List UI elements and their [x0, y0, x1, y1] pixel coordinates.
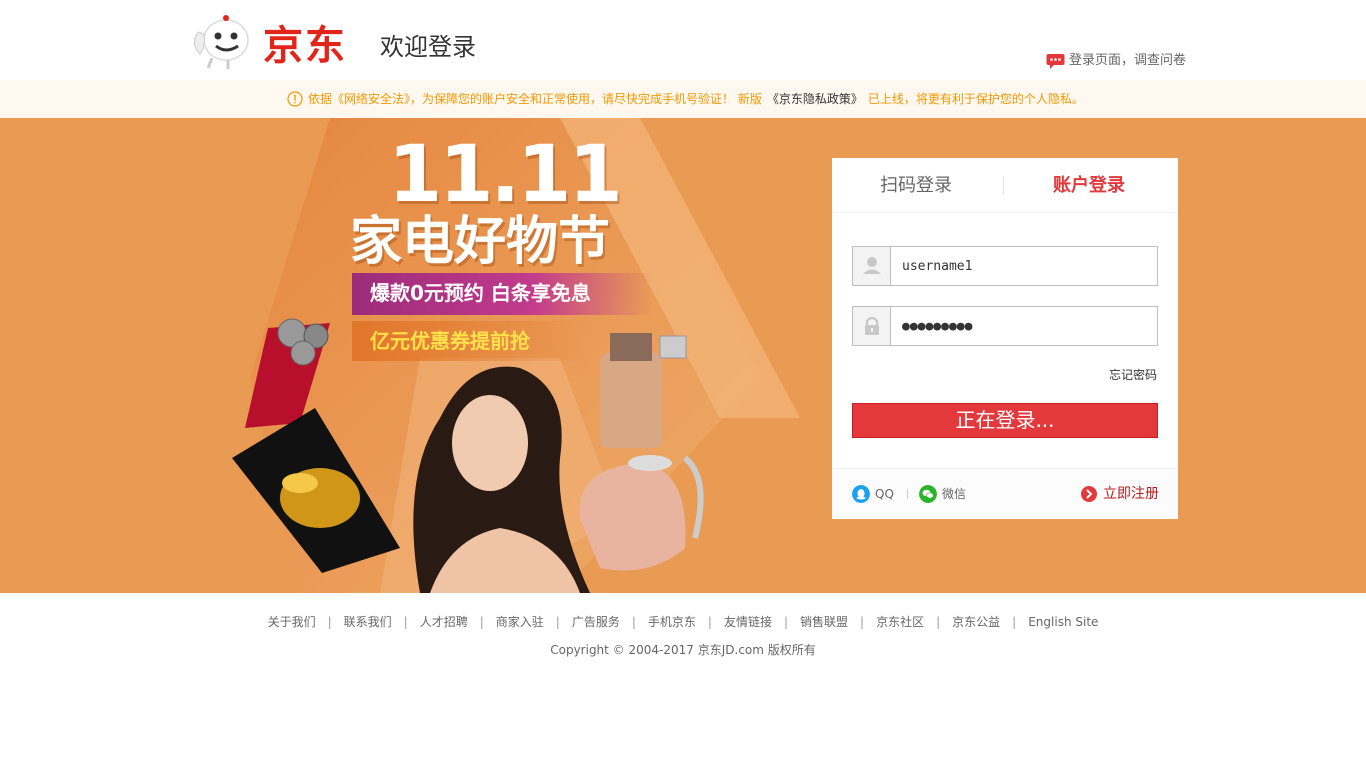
- forgot-password-link[interactable]: 忘记密码: [1109, 366, 1157, 384]
- page-title: 欢迎登录: [380, 33, 476, 61]
- register-label[interactable]: 立即注册: [1103, 485, 1159, 503]
- feedback-label[interactable]: 登录页面，调查问卷: [1069, 53, 1186, 69]
- footer-link-merchants[interactable]: 商家入驻: [484, 612, 556, 632]
- footer-links: 关于我们 | 联系我们 | 人才招聘 | 商家入驻 | 广告服务 | 手机京东 …: [0, 612, 1366, 632]
- promo-tagline-2: 亿元优惠券提前抢: [352, 321, 592, 361]
- register-link[interactable]: 立即注册: [1080, 485, 1159, 503]
- footer-link-charity[interactable]: 京东公益: [940, 612, 1012, 632]
- wechat-login-link[interactable]: 微信: [919, 485, 966, 503]
- warning-circle-icon: [287, 91, 303, 107]
- promo-tagline-1: 爆款0元预约 白条享免息: [352, 273, 652, 315]
- privacy-policy-link[interactable]: 《京东隐私政策》: [767, 90, 863, 108]
- notice-bar: 依据《网络安全法》，为保障您的账户安全和正常使用，请尽快完成手机号验证！ 新版 …: [0, 80, 1366, 118]
- footer-link-friends[interactable]: 友情链接: [712, 612, 784, 632]
- password-input[interactable]: [892, 307, 1157, 345]
- user-icon: [853, 247, 891, 285]
- feedback-link[interactable]: 登录页面，调查问卷: [1046, 53, 1186, 69]
- qq-icon: [852, 485, 870, 503]
- notice-content: 依据《网络安全法》，为保障您的账户安全和正常使用，请尽快完成手机号验证！ 新版 …: [287, 90, 1084, 108]
- wechat-icon: [919, 485, 937, 503]
- tab-divider: [1003, 176, 1004, 194]
- footer-link-english[interactable]: English Site: [1016, 612, 1110, 632]
- footer-link-community[interactable]: 京东社区: [864, 612, 936, 632]
- login-panel: 扫码登录 账户登录 忘记密码 正在登录...: [832, 158, 1178, 519]
- username-field: [852, 246, 1158, 286]
- chat-bubble-icon: [1046, 54, 1065, 69]
- login-tabs: 扫码登录 账户登录: [832, 158, 1178, 213]
- brand-logo-text[interactable]: 京东: [263, 22, 347, 70]
- qq-login-link[interactable]: QQ: [852, 485, 894, 503]
- promo-title: 家电好物节: [350, 212, 611, 272]
- tab-account-login[interactable]: 账户登录: [1053, 174, 1125, 198]
- footer-link-about[interactable]: 关于我们: [256, 612, 328, 632]
- login-footer: QQ 微信 立即注册: [832, 468, 1178, 519]
- promo-tagline-1-text: 爆款0元预约 白条享免息: [370, 281, 591, 305]
- footer-link-affiliate[interactable]: 销售联盟: [788, 612, 860, 632]
- arrow-right-circle-icon: [1081, 486, 1097, 502]
- promo-tagline-2-text: 亿元优惠券提前抢: [370, 329, 530, 353]
- notice-text: 依据《网络安全法》，为保障您的账户安全和正常使用，请尽快完成手机号验证！ 新版: [308, 92, 762, 106]
- footer-link-mobile[interactable]: 手机京东: [636, 612, 708, 632]
- qq-label[interactable]: QQ: [875, 485, 894, 503]
- wechat-label[interactable]: 微信: [942, 485, 966, 503]
- tab-qr-login[interactable]: 扫码登录: [880, 174, 952, 198]
- password-field: [852, 306, 1158, 346]
- copyright-text: Copyright © 2004-2017 京东JD.com 版权所有: [550, 643, 816, 657]
- foot-divider: [907, 489, 908, 499]
- promo-date-number: 11.11: [388, 130, 623, 220]
- login-submit-button[interactable]: 正在登录...: [852, 403, 1158, 438]
- username-input[interactable]: [892, 247, 1157, 285]
- footer-link-careers[interactable]: 人才招聘: [408, 612, 480, 632]
- header: 京东 欢迎登录 登录页面，调查问卷: [0, 0, 1366, 80]
- footer-link-ads[interactable]: 广告服务: [560, 612, 632, 632]
- footer-link-contact[interactable]: 联系我们: [332, 612, 404, 632]
- notice-text-tail: 已上线，将更有利于保护您的个人隐私。: [867, 92, 1084, 106]
- lock-icon: [853, 307, 891, 345]
